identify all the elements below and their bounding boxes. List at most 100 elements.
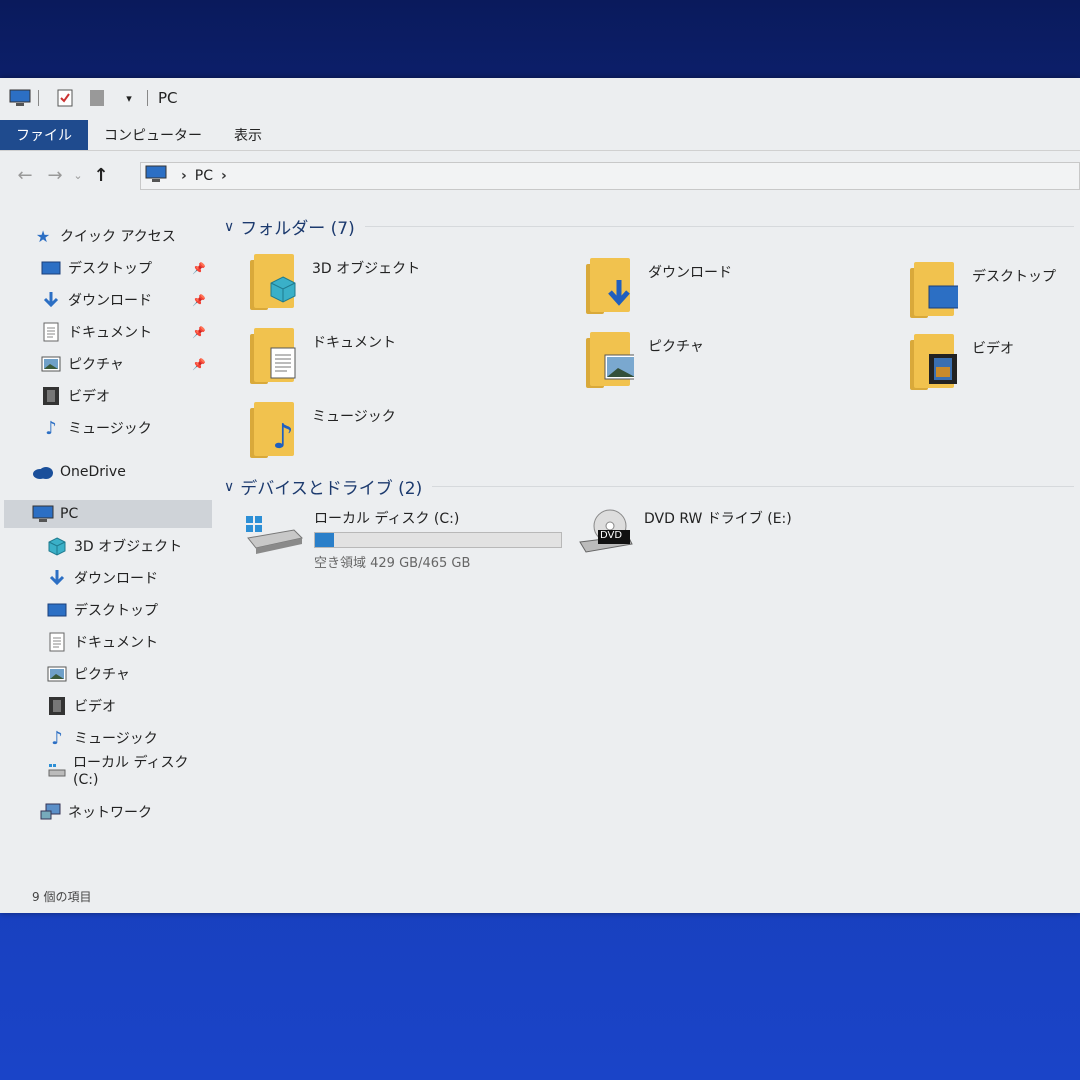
- divider: [147, 90, 148, 106]
- dvd-badge: DVD: [600, 530, 623, 541]
- new-folder-icon[interactable]: [85, 88, 109, 108]
- status-bar-item-count: 9 個の項目: [32, 890, 92, 904]
- sidebar-item-local-disk[interactable]: ローカル ディスク (C:): [46, 755, 212, 788]
- sidebar-item-label: ビデオ: [68, 389, 110, 405]
- sidebar-item-label: ローカル ディスク (C:): [73, 755, 189, 788]
- sidebar-item-label: ピクチャ: [68, 357, 124, 373]
- sidebar-item-label: ドキュメント: [68, 325, 152, 341]
- download-icon: [40, 289, 62, 311]
- sidebar-item-label: デスクトップ: [74, 603, 158, 619]
- folder-label: ドキュメント: [312, 335, 396, 351]
- chevron-down-icon[interactable]: ∨: [224, 219, 234, 235]
- address-bar[interactable]: › PC ›: [140, 162, 1080, 190]
- explorer-window: ▾ PC ファイル コンピューター 表示 ← → ⌄ ↑ › PC › ★ クイ…: [0, 78, 1080, 913]
- disk-usage-fill: [315, 533, 334, 547]
- sidebar-item-label: OneDrive: [60, 464, 126, 480]
- download-icon: [604, 278, 634, 308]
- pin-icon[interactable]: 📌: [192, 326, 206, 339]
- sidebar-item-documents[interactable]: ドキュメント 📌: [40, 318, 212, 346]
- sidebar-item-videos[interactable]: ビデオ: [46, 692, 212, 720]
- recent-locations-button[interactable]: ⌄: [70, 169, 86, 182]
- chevron-down-icon[interactable]: ∨: [224, 479, 234, 495]
- sidebar-item-label: PC: [60, 506, 79, 522]
- sidebar-item-label: ミュージック: [68, 421, 152, 437]
- chevron-right-icon[interactable]: ›: [221, 168, 227, 184]
- sidebar-item-label: クイック アクセス: [60, 229, 176, 245]
- back-button[interactable]: ←: [10, 165, 40, 186]
- sidebar-item-pictures[interactable]: ピクチャ 📌: [40, 350, 212, 378]
- local-disk-icon: [46, 759, 67, 781]
- sidebar-item-network[interactable]: ネットワーク: [40, 798, 212, 826]
- content-pane: ∨ フォルダー (7) 3D オブジェクト ダウンロード デスクトップ ドキュメ…: [218, 208, 1080, 888]
- music-icon: ♪: [272, 417, 294, 457]
- sidebar-item-pc[interactable]: PC: [4, 500, 212, 528]
- window-title: PC: [158, 89, 178, 107]
- breadcrumb-pc[interactable]: PC: [195, 168, 213, 184]
- 3d-objects-icon: [46, 535, 68, 557]
- cloud-icon: [32, 461, 54, 483]
- properties-icon[interactable]: [53, 88, 77, 108]
- computer-icon: [32, 503, 54, 525]
- group-title: フォルダー (7): [240, 219, 355, 239]
- tab-file[interactable]: ファイル: [0, 120, 88, 150]
- sidebar-item-pictures[interactable]: ピクチャ: [46, 660, 212, 688]
- local-disk-icon: [244, 508, 304, 571]
- folders-group-header[interactable]: ∨ フォルダー (7): [224, 214, 1074, 239]
- sidebar-item-quick-access[interactable]: ★ クイック アクセス: [32, 222, 212, 250]
- dvd-drive-icon: DVD: [578, 508, 634, 562]
- drives-group-header[interactable]: ∨ デバイスとドライブ (2): [224, 474, 1074, 499]
- folder-downloads[interactable]: ダウンロード: [586, 258, 732, 314]
- drive-local-disk-c[interactable]: ローカル ディスク (C:) 空き領域 429 GB/465 GB: [244, 508, 562, 571]
- video-icon: [46, 695, 68, 717]
- divider: [364, 226, 1074, 227]
- forward-button[interactable]: →: [40, 165, 70, 186]
- music-icon: ♪: [45, 417, 57, 439]
- sidebar-item-3d-objects[interactable]: 3D オブジェクト: [46, 532, 212, 560]
- tab-view[interactable]: 表示: [218, 120, 278, 150]
- sidebar-item-downloads[interactable]: ダウンロード 📌: [40, 286, 212, 314]
- disk-usage-bar: [314, 532, 562, 548]
- up-button[interactable]: ↑: [86, 165, 116, 186]
- chevron-right-icon[interactable]: ›: [181, 168, 187, 184]
- desktop-icon: [40, 257, 62, 279]
- sidebar-item-label: ネットワーク: [68, 805, 152, 821]
- picture-icon: [604, 352, 634, 382]
- computer-icon: [8, 88, 32, 108]
- pin-icon[interactable]: 📌: [192, 358, 206, 371]
- sidebar-item-music[interactable]: ♪ ミュージック: [46, 724, 212, 752]
- sidebar-item-desktop[interactable]: デスクトップ: [46, 596, 212, 624]
- sidebar-item-desktop[interactable]: デスクトップ 📌: [40, 254, 212, 282]
- folder-music[interactable]: ♪ ミュージック: [250, 402, 396, 458]
- folder-documents[interactable]: ドキュメント: [250, 328, 396, 384]
- desktop-icon: [46, 599, 68, 621]
- pin-icon[interactable]: 📌: [192, 294, 206, 307]
- folder-label: デスクトップ: [972, 269, 1056, 285]
- customize-toolbar-icon[interactable]: ▾: [117, 88, 141, 108]
- folder-pictures[interactable]: ピクチャ: [586, 332, 704, 388]
- folder-icon: [910, 262, 962, 318]
- video-icon: [40, 385, 62, 407]
- drive-dvd-rw-e[interactable]: DVD DVD RW ドライブ (E:): [578, 508, 792, 562]
- folder-desktop[interactable]: デスクトップ: [910, 262, 1056, 318]
- group-title: デバイスとドライブ (2): [240, 479, 423, 499]
- folder-videos[interactable]: ビデオ: [910, 334, 1014, 390]
- 3d-objects-icon: [268, 274, 298, 304]
- navigation-bar: ← → ⌄ ↑ › PC ›: [0, 158, 1080, 192]
- tab-computer[interactable]: コンピューター: [88, 120, 218, 150]
- pin-icon[interactable]: 📌: [192, 262, 206, 275]
- picture-icon: [46, 663, 68, 685]
- sidebar-item-label: ビデオ: [74, 699, 116, 715]
- navigation-pane: ★ クイック アクセス デスクトップ 📌 ダウンロード 📌 ドキュメント 📌 ピ…: [0, 208, 212, 888]
- folder-label: ダウンロード: [648, 265, 732, 281]
- folder-icon: ♪: [250, 402, 302, 458]
- download-icon: [46, 567, 68, 589]
- network-icon: [40, 801, 62, 823]
- sidebar-item-music[interactable]: ♪ ミュージック: [40, 414, 212, 442]
- folder-3d-objects[interactable]: 3D オブジェクト: [250, 254, 420, 310]
- sidebar-item-videos[interactable]: ビデオ: [40, 382, 212, 410]
- sidebar-item-documents[interactable]: ドキュメント: [46, 628, 212, 656]
- sidebar-item-onedrive[interactable]: OneDrive: [32, 458, 212, 486]
- sidebar-item-label: ミュージック: [74, 731, 158, 747]
- folder-icon: [586, 258, 638, 314]
- sidebar-item-downloads[interactable]: ダウンロード: [46, 564, 212, 592]
